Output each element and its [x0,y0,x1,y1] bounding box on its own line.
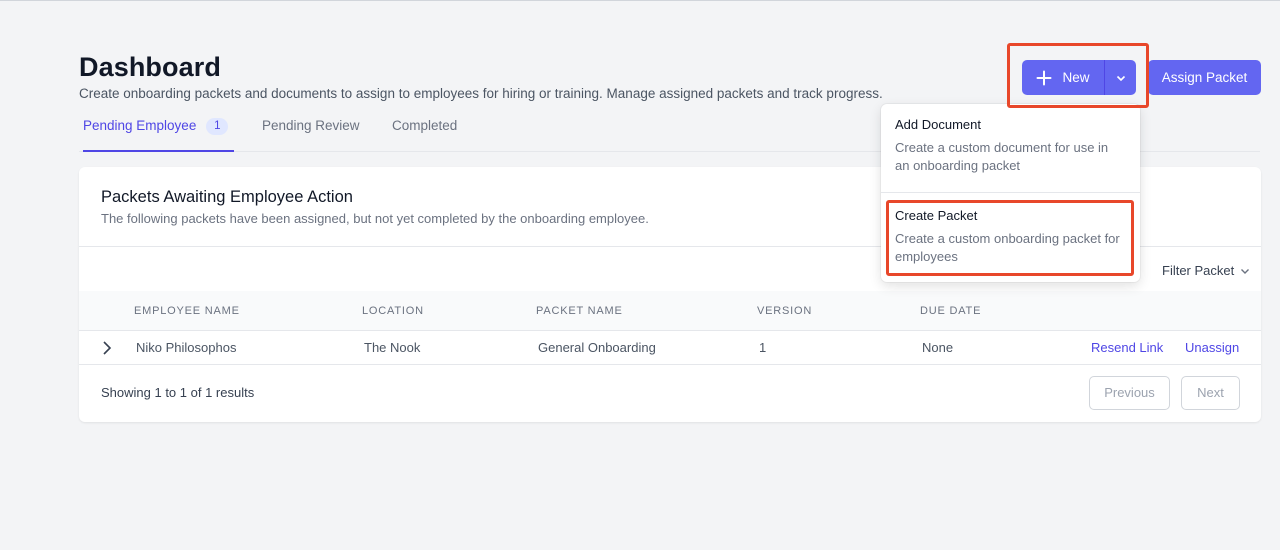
chevron-down-icon [1116,75,1125,81]
column-header: PACKET NAME [536,305,623,317]
page-subtitle: Create onboarding packets and documents … [79,86,883,101]
menu-item-add-document[interactable]: Add Document Create a custom document fo… [881,117,1140,175]
divider [881,192,1140,193]
card-description: The following packets have been assigned… [101,211,649,226]
tab-label: Completed [392,118,458,133]
column-header: DUE DATE [920,305,982,317]
new-button-label: New [1062,70,1090,85]
menu-item-title: Add Document [895,117,981,132]
filter-packet-dropdown[interactable]: Filter Packet [1162,263,1250,278]
tab-label: Pending Review [262,118,360,133]
tab-label: Pending Employee [83,118,197,133]
plus-icon [1036,70,1052,85]
new-split-button: New [1022,60,1136,95]
next-button[interactable]: Next [1181,376,1240,410]
new-dropdown-menu: Add Document Create a custom document fo… [881,104,1140,282]
tab-pending-review[interactable]: Pending Review [262,118,360,152]
top-border [0,0,1280,3]
card-title: Packets Awaiting Employee Action [101,188,353,206]
tab-completed[interactable]: Completed [392,118,457,152]
table-row: Niko Philosophos The Nook General Onboar… [79,331,1261,365]
employee-name-cell: Niko Philosophos [136,340,237,355]
previous-button[interactable]: Previous [1089,376,1170,410]
menu-item-description: Create a custom document for use in an o… [895,140,1109,173]
menu-item-create-packet[interactable]: Create Packet Create a custom onboarding… [881,208,1140,266]
new-button[interactable]: New [1022,60,1104,95]
column-header: EMPLOYEE NAME [134,305,240,317]
expand-row-chevron-icon[interactable] [102,340,112,361]
table-header: EMPLOYEE NAME LOCATION PACKET NAME VERSI… [79,291,1261,331]
unassign-button[interactable]: Unassign [1185,340,1239,355]
version-cell: 1 [759,340,767,355]
tab-count-badge: 1 [206,118,229,135]
due-date-cell: None [922,340,954,355]
new-menu-toggle[interactable] [1105,60,1136,95]
page-title: Dashboard [79,52,221,82]
results-summary: Showing 1 to 1 of 1 results [101,385,255,400]
menu-item-title: Create Packet [895,208,978,223]
filter-label: Filter Packet [1162,263,1235,278]
chevron-down-icon [1241,268,1250,274]
packet-name-cell: General Onboarding [538,340,656,355]
tab-pending-employee[interactable]: Pending Employee 1 [83,118,235,152]
column-header: VERSION [757,305,813,317]
menu-item-description: Create a custom onboarding packet for em… [895,231,1120,264]
resend-link-button[interactable]: Resend Link [1091,340,1163,355]
location-cell: The Nook [364,340,421,355]
assign-packet-button[interactable]: Assign Packet [1148,60,1261,95]
column-header: LOCATION [362,305,424,317]
